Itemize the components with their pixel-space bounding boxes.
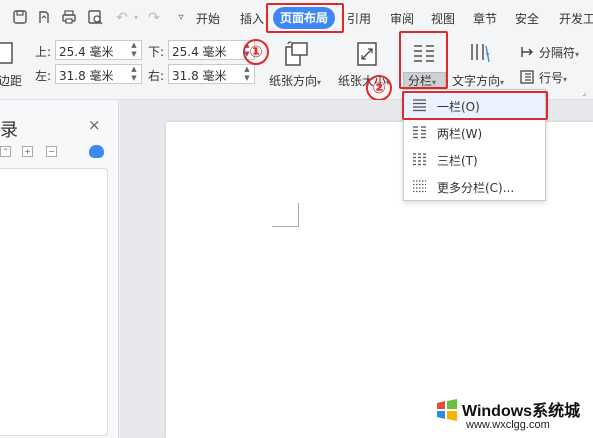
menu-item-more-columns[interactable]: 更多分栏(C)... [404, 173, 545, 200]
annotation-step-2: ② [366, 75, 392, 101]
navigation-pane: 录 × ⌃ + − [0, 100, 119, 438]
line-number-button[interactable]: 行号▾ [539, 69, 567, 86]
annotation-box-columns [399, 31, 448, 89]
page-orientation-button[interactable]: 纸张方向▾ [269, 72, 321, 89]
watermark-title: Windows系统城 [462, 403, 581, 420]
more-icon[interactable]: ▿ [172, 9, 190, 27]
separator-icon[interactable] [519, 44, 535, 63]
chevron-down-icon: ▾ [563, 75, 568, 84]
collapse-up-icon[interactable]: ⌃ [0, 146, 11, 157]
export-pdf-icon[interactable] [35, 9, 53, 27]
windows-logo-icon [436, 399, 458, 424]
margin-corner-mark [272, 203, 299, 227]
two-column-icon [412, 125, 427, 139]
annotation-box-one-column [402, 91, 548, 120]
right-margin-field[interactable]: 31.8 毫米 ▲ ▼ [168, 64, 255, 84]
page-size-icon[interactable] [356, 41, 378, 70]
expand-icon[interactable]: + [22, 146, 33, 157]
ribbon-group-expand-icon[interactable]: ⌟ [582, 88, 586, 98]
bottom-margin-field[interactable]: 25.4 毫米 ▲ ▼ [168, 40, 255, 60]
chevron-down-icon: ▾ [500, 78, 505, 87]
watermark-url: www.wxclgg.com [466, 419, 550, 431]
tab-references[interactable]: 引用 [347, 10, 371, 27]
menu-item-two-columns[interactable]: 两栏(W) [404, 119, 545, 146]
watermark: Windows系统城 www.wxclgg.com [436, 395, 593, 438]
right-margin-label: 右: [148, 69, 165, 83]
menu-item-three-columns[interactable]: 三栏(T) [404, 146, 545, 173]
chevron-down-icon: ▾ [575, 50, 580, 59]
spinner-arrows-icon[interactable]: ▲ ▼ [129, 41, 139, 59]
three-column-icon [412, 152, 427, 166]
print-preview-icon[interactable] [86, 9, 104, 27]
margins-label[interactable]: 边距 [0, 72, 22, 89]
left-margin-label: 左: [35, 69, 52, 83]
more-columns-icon [412, 179, 427, 193]
page-orientation-icon[interactable] [283, 41, 309, 70]
tab-review[interactable]: 审阅 [390, 10, 414, 27]
tab-home[interactable]: 开始 [196, 10, 220, 27]
navigation-pane-title: 录 [0, 120, 18, 141]
redo-icon[interactable]: ↷ [145, 9, 163, 27]
tab-chapter[interactable]: 章节 [473, 10, 497, 27]
margins-icon[interactable] [0, 42, 14, 67]
tab-developer[interactable]: 开发工 [559, 10, 593, 27]
tab-security[interactable]: 安全 [515, 10, 539, 27]
annotation-box-page-layout [266, 3, 344, 33]
navigation-list [0, 168, 108, 436]
line-number-icon[interactable] [519, 69, 535, 88]
annotation-step-1: ① [243, 39, 269, 65]
separator-button[interactable]: 分隔符▾ [539, 44, 579, 61]
close-icon[interactable]: × [88, 116, 101, 134]
spinner-arrows-icon[interactable]: ▲ ▼ [129, 65, 139, 83]
assistant-icon[interactable] [89, 145, 104, 158]
left-margin-field[interactable]: 31.8 毫米 ▲ ▼ [55, 64, 142, 84]
print-icon[interactable] [60, 9, 78, 27]
top-margin-label: 上: [35, 45, 52, 59]
tab-view[interactable]: 视图 [431, 10, 455, 27]
spinner-arrows-icon[interactable]: ▲ ▼ [242, 65, 252, 83]
save-icon[interactable] [11, 9, 29, 27]
text-direction-button[interactable]: 文字方向▾ [452, 72, 504, 89]
collapse-icon[interactable]: − [46, 146, 57, 157]
chevron-down-icon: ▾ [317, 78, 322, 87]
top-margin-field[interactable]: 25.4 毫米 ▲ ▼ [55, 40, 142, 60]
bottom-margin-label: 下: [148, 45, 165, 59]
text-direction-icon[interactable] [468, 42, 492, 69]
tab-insert[interactable]: 插入 [240, 10, 264, 27]
undo-dropdown-icon[interactable]: ▾ [127, 9, 145, 27]
